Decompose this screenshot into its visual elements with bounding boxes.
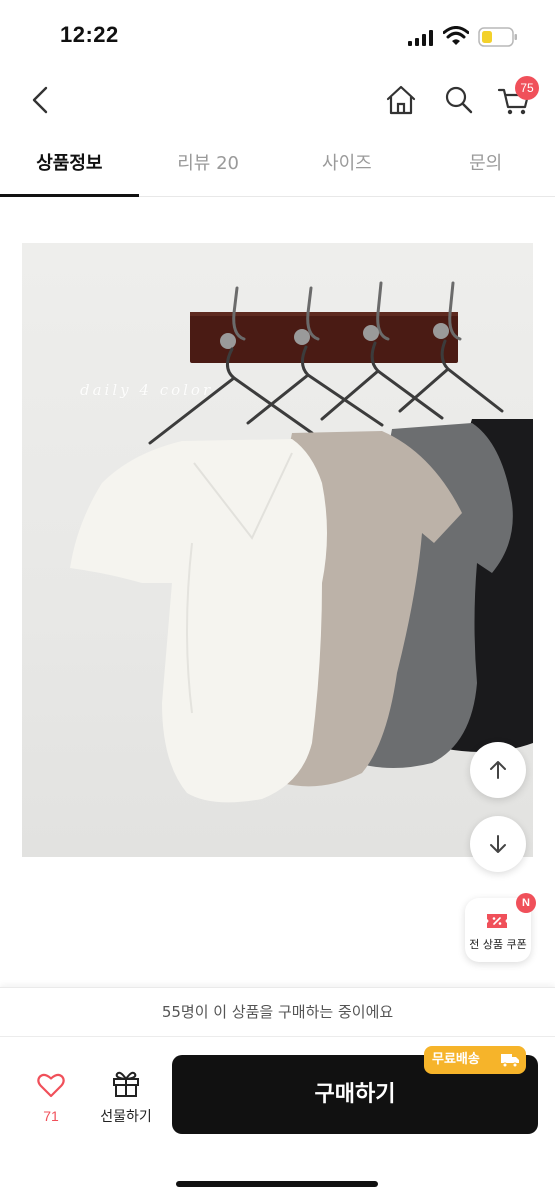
new-badge: N [516,893,536,913]
search-icon[interactable] [438,80,478,120]
product-photo: daily 4 color [22,243,533,857]
tab-inquiry[interactable]: 문의 [416,133,555,196]
home-indicator [176,1181,378,1187]
like-count: 71 [43,1108,59,1124]
battery-icon [478,27,517,47]
truck-icon [501,1054,519,1068]
heart-icon [37,1073,65,1098]
free-shipping-badge: 무료배송 [424,1046,526,1074]
gift-button[interactable]: 선물하기 [88,1062,164,1132]
tab-reviews[interactable]: 리뷰 20 [139,133,278,196]
buyers-notice: 55명이 이 상품을 구매하는 중이에요 [161,1003,394,1021]
navigation-header [0,70,555,130]
coupon-label: 전 상품 쿠폰 [469,938,527,951]
product-page: 12:22 75 상품정보 리뷰 20 사이즈 문의 daily 4 color… [0,0,555,1200]
status-bar: 12:22 [0,0,555,70]
tab-size[interactable]: 사이즈 [278,133,417,196]
gift-label: 선물하기 [100,1109,152,1125]
product-tabs: 상품정보 리뷰 20 사이즈 문의 [0,133,555,197]
tab-product-info[interactable]: 상품정보 [0,133,139,197]
free-shipping-label: 무료배송 [432,1052,480,1067]
status-time: 12:22 [60,22,119,47]
scroll-down-button[interactable] [470,816,526,872]
cellular-signal-icon [408,30,433,46]
cart-count-badge: 75 [515,76,539,100]
wifi-icon [443,26,469,45]
photo-caption-text: daily 4 color [80,381,214,399]
back-icon[interactable] [20,80,60,120]
arrow-down-icon [490,835,506,853]
home-icon[interactable] [381,80,421,120]
product-photo-illustration [70,281,533,803]
gift-icon [113,1071,139,1097]
divider [0,1036,555,1037]
like-button[interactable]: 71 [26,1062,76,1132]
coupon-icon [487,914,507,928]
scroll-up-button[interactable] [470,742,526,798]
arrow-up-icon [490,761,506,779]
